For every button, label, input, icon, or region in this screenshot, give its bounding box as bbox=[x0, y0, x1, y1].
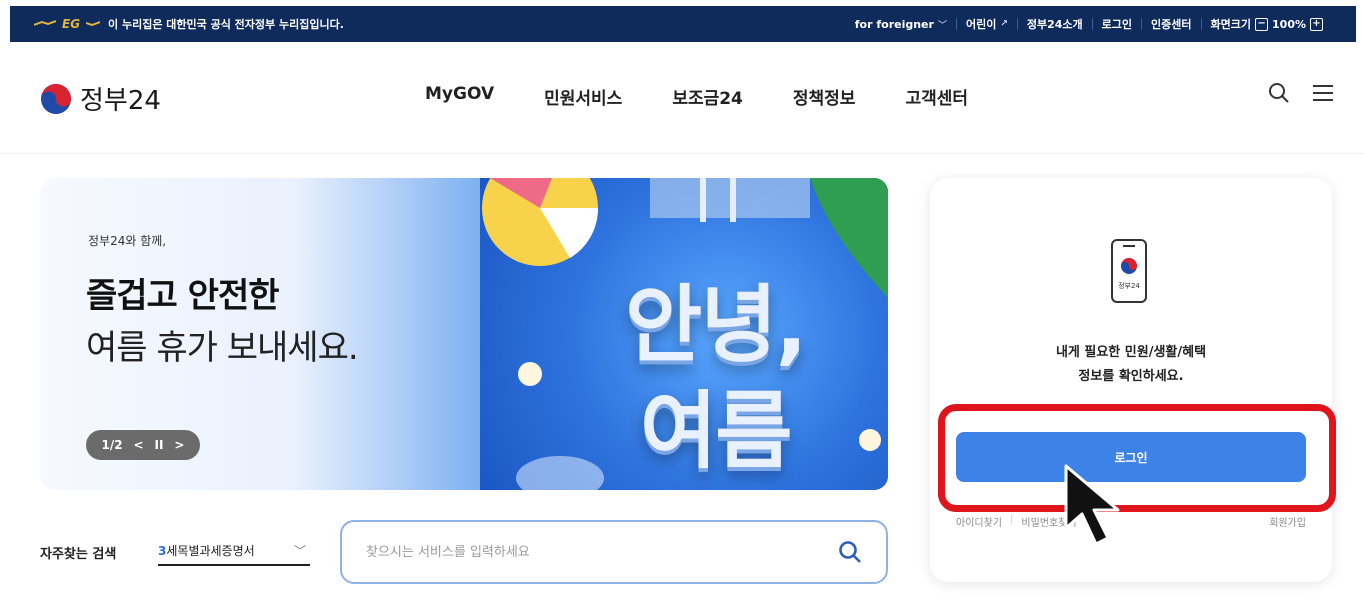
pager-count: 1/2 bbox=[101, 438, 123, 452]
find-id-link[interactable]: 아이디찾기 bbox=[956, 514, 1002, 529]
screen-size-label: 화면크기 bbox=[1210, 18, 1252, 31]
utility-links: for foreigner ﹀ 어린이 ↗ 정부24소개 로그인 인증센터 화면… bbox=[846, 17, 1332, 31]
sign-up-link[interactable]: 회원가입 bbox=[1269, 514, 1306, 529]
hamburger-icon[interactable] bbox=[1312, 83, 1334, 103]
cert-center-label: 인증센터 bbox=[1151, 18, 1192, 31]
logo-text: 정부24 bbox=[80, 86, 161, 116]
frequent-search-value: 3세목별과세증명서 bbox=[158, 542, 255, 559]
egov-wing-icon-right bbox=[86, 21, 101, 27]
egov-logo-text: EG bbox=[62, 17, 81, 31]
screen-size-control: 화면크기 − 100% + bbox=[1200, 17, 1332, 31]
gov24-logo[interactable]: 정부24 bbox=[40, 80, 161, 117]
header-actions bbox=[1268, 82, 1334, 104]
kids-link[interactable]: 어린이 ↗ bbox=[955, 18, 1017, 31]
mobile-phone-icon: 정부24 bbox=[1111, 239, 1147, 303]
about-label: 정부24소개 bbox=[1026, 18, 1083, 31]
nav-customer-center[interactable]: 고객센터 bbox=[905, 84, 968, 109]
zoom-out-button[interactable]: − bbox=[1255, 17, 1269, 31]
top-login-link[interactable]: 로그인 bbox=[1091, 18, 1141, 31]
egov-wing-icon bbox=[34, 20, 56, 26]
kids-label: 어린이 bbox=[965, 18, 997, 31]
service-search-box bbox=[340, 520, 888, 584]
search-icon[interactable] bbox=[1268, 82, 1290, 104]
login-message-line2: 정보를 확인하세요. bbox=[1078, 369, 1184, 384]
pager-next-button[interactable]: > bbox=[174, 438, 184, 452]
chevron-down-icon: ﹀ bbox=[293, 543, 306, 558]
summer-promo-banner[interactable]: 정부24와 함께, 즐겁고 안전한 여름 휴가 보내세요. 1/2 < II >… bbox=[40, 178, 888, 490]
banner-pager: 1/2 < II > bbox=[86, 430, 200, 460]
pager-pause-button[interactable]: II bbox=[155, 438, 164, 452]
service-search-input[interactable] bbox=[366, 544, 838, 560]
phone-label: 정부24 bbox=[1118, 281, 1140, 290]
nav-mygov[interactable]: MyGOV bbox=[425, 84, 494, 109]
banner-title-line1: 즐겁고 안전한 bbox=[86, 276, 280, 316]
egov-logo: EG bbox=[34, 17, 101, 31]
government-banner-bar: EG 이 누리집은 대한민국 공식 전자정부 누리집입니다. for forei… bbox=[10, 6, 1356, 42]
pager-prev-button[interactable]: < bbox=[134, 438, 144, 452]
banner-title-line2: 여름 휴가 보내세요. bbox=[86, 328, 359, 368]
login-highlight-box bbox=[938, 404, 1336, 512]
about-link[interactable]: 정부24소개 bbox=[1016, 18, 1092, 31]
mouse-pointer-icon bbox=[1064, 464, 1120, 546]
taegeuk-icon bbox=[41, 83, 71, 114]
frequent-search-select[interactable]: 3세목별과세증명서 ﹀ bbox=[158, 536, 310, 566]
frequent-search-term: 세목별과세증명서 bbox=[166, 543, 255, 558]
search-submit-icon[interactable] bbox=[838, 540, 862, 564]
site-header: 정부24 MyGOV 민원서비스 보조금24 정책정보 고객센터 bbox=[0, 42, 1364, 154]
external-link-icon: ↗ bbox=[1000, 19, 1008, 29]
link-divider: | bbox=[1010, 514, 1014, 525]
nav-policy-info[interactable]: 정책정보 bbox=[793, 84, 856, 109]
cert-center-link[interactable]: 인증센터 bbox=[1141, 18, 1200, 31]
chevron-down-icon: ﹀ bbox=[937, 20, 947, 31]
top-login-label: 로그인 bbox=[1101, 18, 1133, 31]
nav-civil-service[interactable]: 민원서비스 bbox=[544, 84, 622, 109]
foreigner-label: for foreigner bbox=[854, 17, 934, 31]
official-site-notice: 이 누리집은 대한민국 공식 전자정부 누리집입니다. bbox=[108, 18, 344, 31]
zoom-level: 100% bbox=[1272, 17, 1306, 31]
frequent-search-label: 자주찾는 검색 bbox=[40, 547, 117, 562]
nav-subsidy24[interactable]: 보조금24 bbox=[672, 84, 743, 109]
banner-headline-hello: 안녕, bbox=[625, 276, 807, 374]
foreigner-dropdown[interactable]: for foreigner ﹀ bbox=[846, 17, 956, 31]
zoom-in-button[interactable]: + bbox=[1310, 17, 1323, 31]
login-message-line1: 내게 필요한 민원/생활/혜택 bbox=[1055, 345, 1207, 360]
banner-headline-summer: 여름 bbox=[640, 382, 793, 480]
main-navigation: MyGOV 민원서비스 보조금24 정책정보 고객센터 bbox=[425, 84, 968, 109]
banner-subtitle: 정부24와 함께, bbox=[88, 234, 167, 248]
